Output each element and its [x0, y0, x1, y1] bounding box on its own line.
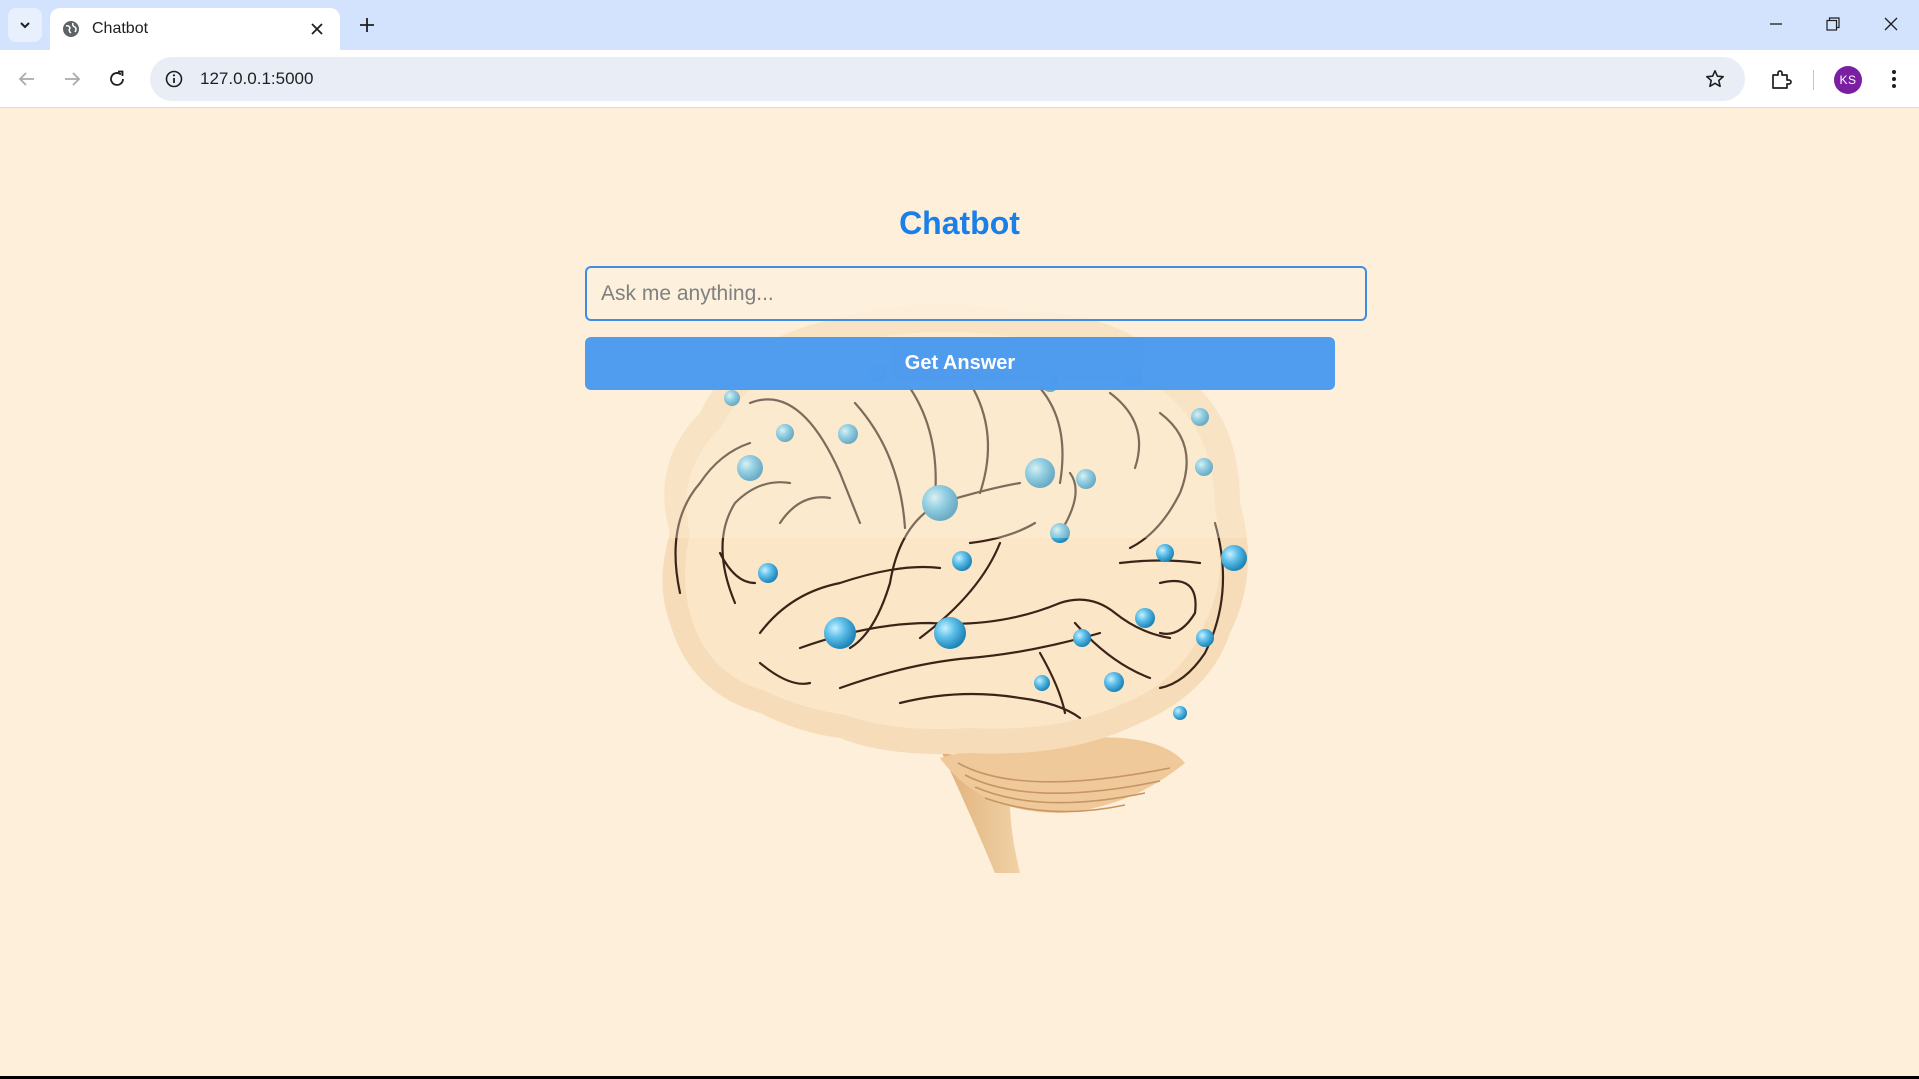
get-answer-button[interactable]: Get Answer — [585, 337, 1335, 390]
address-bar[interactable]: 127.0.0.1:5000 — [150, 57, 1745, 101]
reload-button[interactable] — [99, 61, 135, 97]
url-text[interactable]: 127.0.0.1:5000 — [200, 69, 1695, 89]
new-tab-button[interactable] — [352, 10, 382, 40]
window-close-button[interactable] — [1866, 6, 1916, 42]
restore-button[interactable] — [1808, 6, 1858, 42]
browser-tab[interactable]: Chatbot — [50, 8, 340, 50]
plus-icon — [360, 18, 374, 32]
tab-search-button[interactable] — [8, 8, 42, 42]
browser-toolbar: 127.0.0.1:5000 — [0, 50, 1919, 108]
window-close-icon — [1884, 17, 1898, 31]
restore-icon — [1826, 17, 1840, 31]
tab-close-button[interactable] — [306, 18, 328, 40]
star-icon — [1706, 70, 1724, 88]
reload-icon — [110, 70, 124, 86]
back-button[interactable] — [9, 61, 45, 97]
page-viewport: Chatbot Get Answer — [0, 108, 1919, 1079]
toolbar-separator — [1813, 70, 1814, 90]
page-title: Chatbot — [899, 205, 1020, 241]
bookmark-button[interactable] — [1695, 59, 1735, 99]
globe-icon — [63, 21, 79, 37]
forward-button[interactable] — [54, 61, 90, 97]
close-icon — [311, 23, 323, 35]
forward-arrow-icon — [65, 72, 81, 86]
back-arrow-icon — [18, 72, 34, 86]
extensions-button[interactable] — [1763, 61, 1799, 97]
tab-search-icon — [20, 22, 30, 29]
minimize-icon — [1770, 23, 1782, 25]
site-info-icon — [165, 70, 183, 88]
tab-strip: Chatbot — [0, 0, 1919, 50]
question-input[interactable] — [585, 266, 1367, 321]
site-info-button[interactable] — [154, 59, 194, 99]
browser-menu-button[interactable] — [1876, 61, 1912, 97]
minimize-button[interactable] — [1751, 6, 1801, 42]
tab-title: Chatbot — [92, 20, 149, 37]
profile-avatar[interactable]: KS — [1834, 66, 1862, 94]
kebab-menu-icon — [1892, 70, 1896, 88]
puzzle-icon — [1772, 70, 1792, 89]
